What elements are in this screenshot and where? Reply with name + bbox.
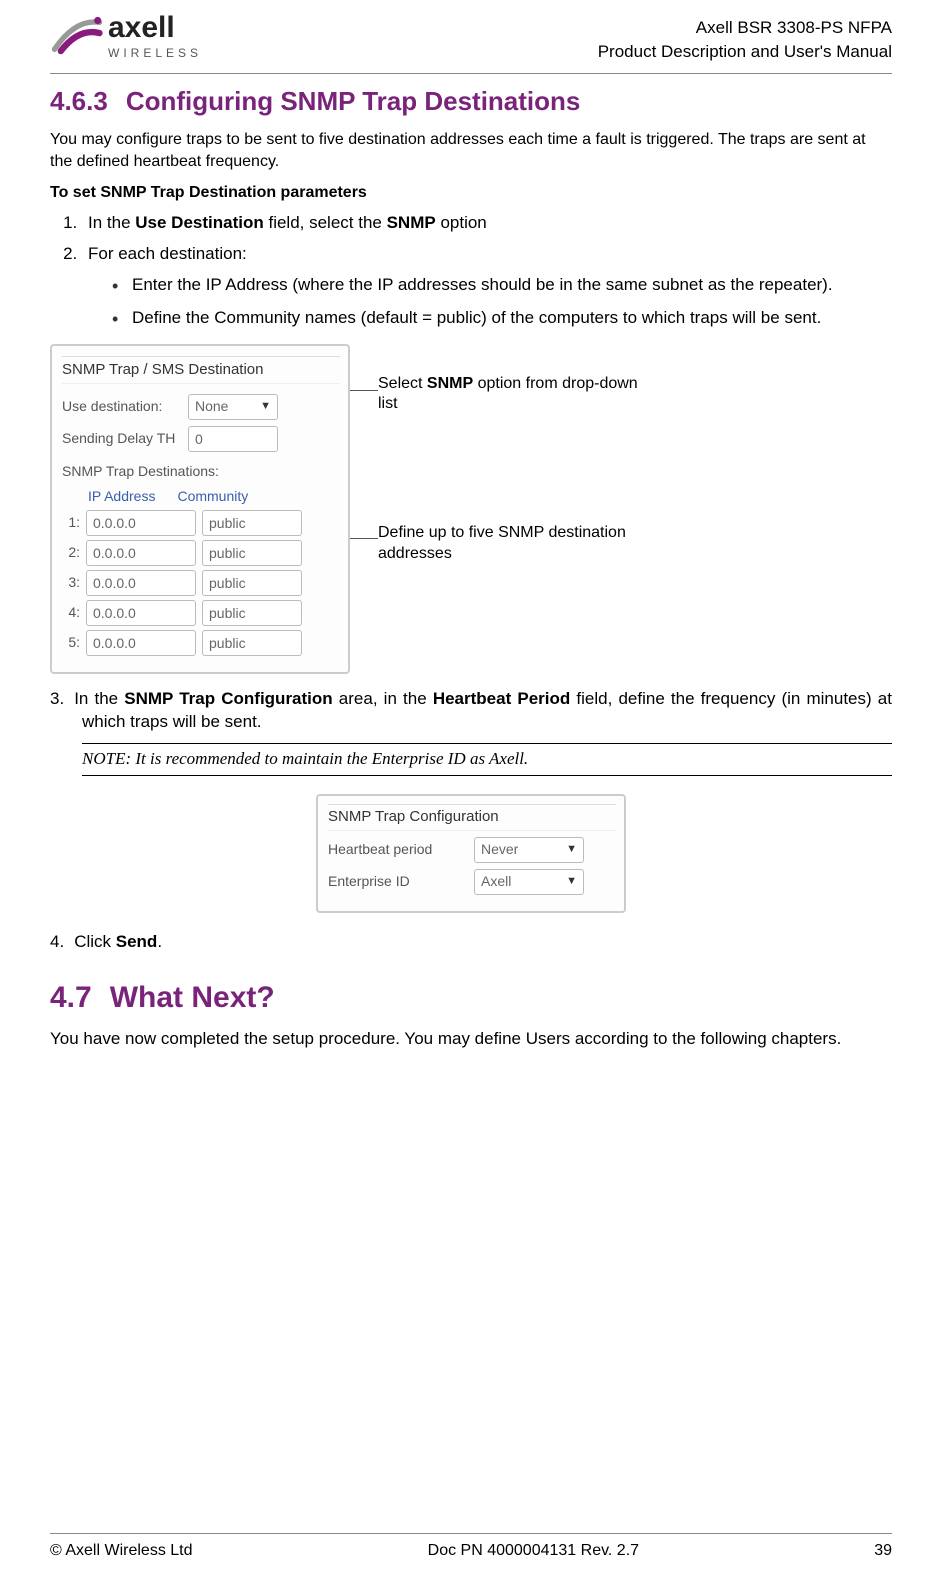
chevron-down-icon: ▼	[566, 842, 577, 857]
annotation-select-snmp: Select SNMP option from drop-down list	[378, 374, 638, 416]
dest-2-community-input[interactable]	[202, 540, 302, 566]
dest-subtitle: SNMP Trap Destinations:	[62, 462, 340, 481]
section-heading-4-6-3: 4.6.3 Configuring SNMP Trap Destinations	[50, 84, 892, 119]
dest-header-row: IP Address Community	[62, 487, 340, 506]
dest-5-ip-input[interactable]	[86, 630, 196, 656]
callout-line-2	[350, 538, 378, 539]
brand-logo: axell WIRELESS	[50, 10, 202, 65]
use-destination-select[interactable]: None ▼	[188, 394, 278, 420]
bullet-community: Define the Community names (default = pu…	[116, 307, 892, 330]
dest-row-5: 5:	[62, 630, 340, 656]
dest-row-1: 1:	[62, 510, 340, 536]
note-enterprise-id: NOTE: It is recommended to maintain the …	[82, 743, 892, 776]
brand-sub: WIRELESS	[108, 45, 202, 61]
panel1-title: SNMP Trap / SMS Destination	[62, 356, 340, 384]
chevron-down-icon: ▼	[260, 399, 271, 414]
enterprise-id-select[interactable]: Axell ▼	[474, 869, 584, 895]
section2-body: You have now completed the setup procedu…	[50, 1028, 892, 1051]
snmp-destination-panel: SNMP Trap / SMS Destination Use destinat…	[50, 344, 350, 674]
axell-swoosh-icon	[50, 10, 104, 58]
panel2-title: SNMP Trap Configuration	[328, 804, 616, 830]
figure-snmp-destination: SNMP Trap / SMS Destination Use destinat…	[50, 344, 892, 674]
doc-title-block: Axell BSR 3308-PS NFPA Product Descripti…	[598, 10, 892, 64]
section-heading-4-7: 4.7 What Next?	[50, 978, 892, 1019]
col-community: Community	[177, 487, 248, 506]
dest-row-3: 3:	[62, 570, 340, 596]
page-footer: © Axell Wireless Ltd Doc PN 4000004131 R…	[50, 1533, 892, 1562]
procedure-subhead: To set SNMP Trap Destination parameters	[50, 182, 892, 204]
chevron-down-icon: ▼	[566, 874, 577, 889]
dest-2-ip-input[interactable]	[86, 540, 196, 566]
heartbeat-select[interactable]: Never ▼	[474, 837, 584, 863]
dest-row-4: 4:	[62, 600, 340, 626]
enterprise-id-value: Axell	[481, 872, 511, 891]
dest-1-ip-input[interactable]	[86, 510, 196, 536]
figure-annotations: Select SNMP option from drop-down list D…	[378, 344, 638, 565]
step-1: In the Use Destination field, select the…	[82, 212, 892, 235]
page-header: axell WIRELESS Axell BSR 3308-PS NFPA Pr…	[50, 10, 892, 74]
dest-1-community-input[interactable]	[202, 510, 302, 536]
footer-copyright: © Axell Wireless Ltd	[50, 1540, 193, 1562]
footer-docpn: Doc PN 4000004131 Rev. 2.7	[428, 1540, 639, 1562]
step-2: For each destination: Enter the IP Addre…	[82, 243, 892, 330]
heartbeat-value: Never	[481, 840, 518, 859]
dest-3-ip-input[interactable]	[86, 570, 196, 596]
enterprise-id-label: Enterprise ID	[328, 872, 468, 891]
enterprise-id-row: Enterprise ID Axell ▼	[328, 869, 616, 895]
doc-title-line1: Axell BSR 3308-PS NFPA	[598, 16, 892, 40]
use-destination-row: Use destination: None ▼	[62, 394, 340, 420]
dest-4-community-input[interactable]	[202, 600, 302, 626]
step-3: 3.In the SNMP Trap Configuration area, i…	[82, 688, 892, 734]
bullet-ip: Enter the IP Address (where the IP addre…	[116, 274, 892, 297]
sending-delay-input[interactable]	[188, 426, 278, 452]
use-destination-value: None	[195, 397, 228, 416]
callout-line-1	[350, 390, 378, 391]
col-ip: IP Address	[88, 487, 155, 506]
annotation-define-addresses: Define up to five SNMP destination addre…	[378, 523, 638, 565]
use-destination-label: Use destination:	[62, 397, 182, 416]
dest-row-2: 2:	[62, 540, 340, 566]
section-intro: You may configure traps to be sent to fi…	[50, 129, 892, 172]
dest-4-ip-input[interactable]	[86, 600, 196, 626]
footer-page-number: 39	[874, 1540, 892, 1562]
section2-title: What Next?	[110, 981, 275, 1014]
section2-number: 4.7	[50, 981, 92, 1014]
section-title: Configuring SNMP Trap Destinations	[126, 86, 581, 116]
snmp-trap-config-panel: SNMP Trap Configuration Heartbeat period…	[316, 794, 626, 912]
steps-list: In the Use Destination field, select the…	[82, 212, 892, 330]
sending-delay-label: Sending Delay TH	[62, 429, 182, 448]
step-2-bullets: Enter the IP Address (where the IP addre…	[116, 274, 892, 330]
heartbeat-row: Heartbeat period Never ▼	[328, 837, 616, 863]
dest-3-community-input[interactable]	[202, 570, 302, 596]
heartbeat-label: Heartbeat period	[328, 840, 468, 859]
dest-5-community-input[interactable]	[202, 630, 302, 656]
brand-name: axell	[108, 13, 200, 43]
doc-title-line2: Product Description and User's Manual	[598, 40, 892, 64]
sending-delay-row: Sending Delay TH	[62, 426, 340, 452]
step-4: 4.Click Send.	[82, 931, 892, 954]
section-number: 4.6.3	[50, 86, 108, 116]
